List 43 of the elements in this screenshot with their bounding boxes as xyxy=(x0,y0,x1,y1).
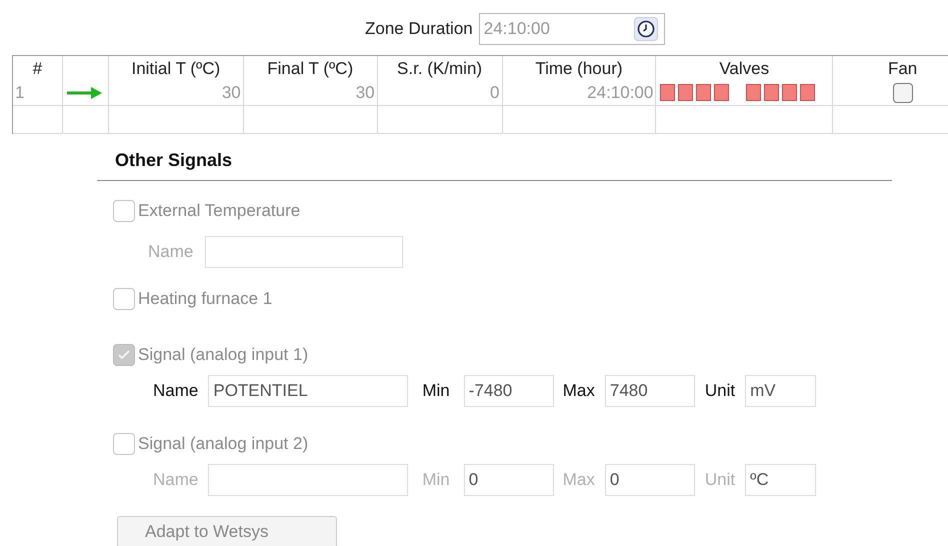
input-field[interactable] xyxy=(208,464,408,496)
field-label: Unit xyxy=(704,469,736,492)
input-field[interactable]: POTENTIEL xyxy=(208,375,408,407)
input-field[interactable]: -7480 xyxy=(464,375,554,407)
field-label: Name xyxy=(153,380,198,402)
column-header: Initial T (ºC) xyxy=(131,60,220,76)
checkbox[interactable] xyxy=(113,344,135,366)
fan-checkbox[interactable] xyxy=(892,82,913,102)
field-label: Unit xyxy=(704,380,736,402)
column-header: # xyxy=(32,60,42,76)
column-header: S.r. (K/min) xyxy=(397,60,482,76)
field-label: Min xyxy=(422,380,450,402)
check-icon xyxy=(117,348,131,362)
table-cell-text: 30 xyxy=(222,82,241,104)
column-header: Final T (ºC) xyxy=(267,60,354,76)
input-field[interactable]: 0 xyxy=(464,464,554,496)
input-field[interactable] xyxy=(205,236,404,268)
table-cell-text: 24:10:00 xyxy=(587,82,654,104)
clock-icon[interactable] xyxy=(634,17,658,41)
zone-duration-label: Zone Duration xyxy=(365,18,473,40)
column-header: Valves xyxy=(719,60,770,76)
checkbox-label: Signal (analog input 2) xyxy=(138,433,308,456)
field-label: Min xyxy=(422,469,450,492)
field-label: Max xyxy=(562,380,595,402)
field-label: Max xyxy=(562,469,595,492)
checkbox-label: Signal (analog input 1) xyxy=(138,344,308,366)
checkbox[interactable] xyxy=(113,433,135,455)
input-field[interactable]: mV xyxy=(745,375,816,407)
column-header: Fan xyxy=(888,60,918,76)
table-cell-text: 30 xyxy=(356,82,375,104)
checkbox[interactable] xyxy=(113,200,135,222)
section-heading: Other Signals xyxy=(115,150,232,170)
table-cell-text: 1 xyxy=(15,82,24,104)
checkbox-label: Heating furnace 1 xyxy=(138,288,272,310)
column-header: Time (hour) xyxy=(535,60,623,76)
field-label: Name xyxy=(153,469,198,492)
input-field[interactable]: 0 xyxy=(604,464,695,496)
checkbox-label: External Temperature xyxy=(138,200,300,222)
input-field[interactable]: ºC xyxy=(745,464,816,496)
input-field[interactable]: 7480 xyxy=(604,375,695,407)
field-label: Name xyxy=(148,241,194,264)
table-cell-text: 0 xyxy=(490,82,500,104)
checkbox[interactable] xyxy=(113,288,135,310)
